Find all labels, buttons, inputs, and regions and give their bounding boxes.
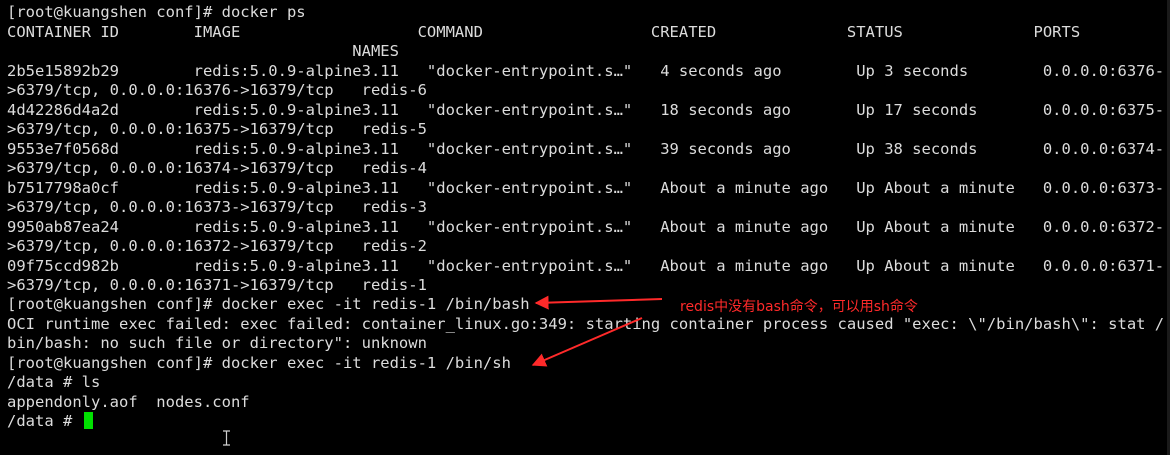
terminal-window[interactable]: [root@kuangshen conf]# docker ps CONTAIN… <box>0 0 1170 455</box>
terminal-line: >6379/tcp, 0.0.0.0:16374->16379/tcp redi… <box>7 159 427 177</box>
terminal-line: NAMES <box>7 42 399 60</box>
terminal-line: >6379/tcp, 0.0.0.0:16373->16379/tcp redi… <box>7 198 427 216</box>
terminal-line: 9553e7f0568d redis:5.0.9-alpine3.11 "doc… <box>7 140 1165 158</box>
terminal-line: >6379/tcp, 0.0.0.0:16375->16379/tcp redi… <box>7 120 427 138</box>
terminal-line: OCI runtime exec failed: exec failed: co… <box>7 315 1165 333</box>
terminal-line: CONTAINER ID IMAGE COMMAND CREATED STATU… <box>7 23 1081 41</box>
terminal-prompt-line[interactable]: /data # <box>7 412 93 432</box>
terminal-line: 4d42286d4a2d redis:5.0.9-alpine3.11 "doc… <box>7 101 1165 119</box>
terminal-line: [root@kuangshen conf]# docker exec -it r… <box>7 354 511 372</box>
terminal-line: 9950ab87ea24 redis:5.0.9-alpine3.11 "doc… <box>7 218 1165 236</box>
terminal-line: >6379/tcp, 0.0.0.0:16372->16379/tcp redi… <box>7 237 427 255</box>
arrow-to-bash-command <box>534 295 663 310</box>
terminal-line: b7517798a0cf redis:5.0.9-alpine3.11 "doc… <box>7 179 1165 197</box>
terminal-line: [root@kuangshen conf]# docker ps <box>7 3 306 21</box>
terminal-line: 2b5e15892b29 redis:5.0.9-alpine3.11 "doc… <box>7 62 1165 80</box>
text-cursor-icon <box>223 430 230 446</box>
terminal-line: bin/bash: no such file or directory": un… <box>7 334 427 352</box>
terminal-line: 09f75ccd982b redis:5.0.9-alpine3.11 "doc… <box>7 257 1165 275</box>
terminal-line: >6379/tcp, 0.0.0.0:16371->16379/tcp redi… <box>7 276 427 294</box>
annotation-note: redis中没有bash命令，可以用sh命令 <box>680 299 918 315</box>
terminal-prompt: /data # <box>7 412 82 430</box>
terminal-cursor <box>83 412 93 429</box>
terminal-line: [root@kuangshen conf]# docker exec -it r… <box>7 295 530 313</box>
terminal-line: appendonly.aof nodes.conf <box>7 393 250 411</box>
terminal-line: >6379/tcp, 0.0.0.0:16376->16379/tcp redi… <box>7 81 427 99</box>
terminal-line: /data # ls <box>7 373 101 391</box>
